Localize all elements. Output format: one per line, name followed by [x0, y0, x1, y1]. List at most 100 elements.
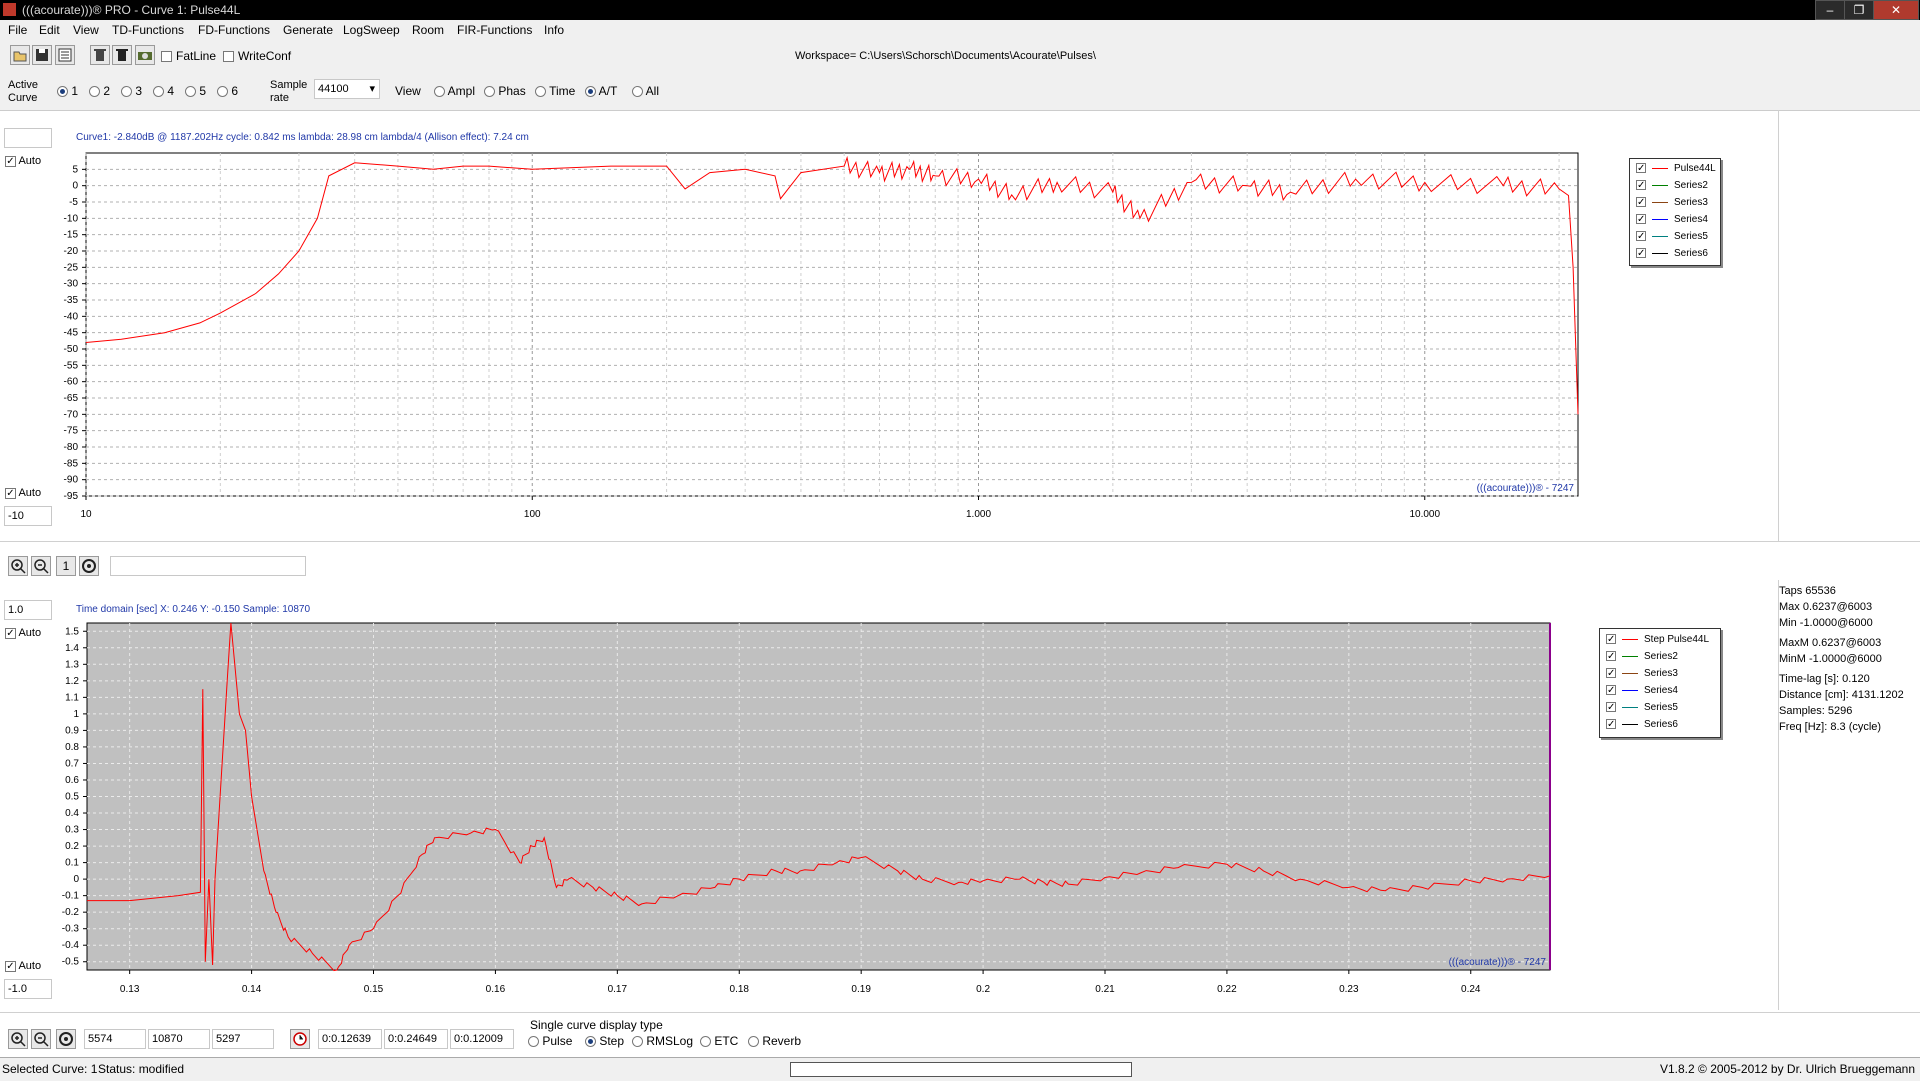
zoom-in-icon[interactable]	[8, 1029, 28, 1049]
stat-maxm: MaxM 0.6237@6003	[1779, 637, 1882, 649]
minimize-button[interactable]: –	[1815, 0, 1845, 20]
chevron-down-icon: ▾	[369, 83, 375, 95]
workspace-path: Workspace= C:\Users\Schorsch\Documents\A…	[795, 50, 1096, 62]
view-radio-time[interactable]: Time	[535, 84, 575, 98]
frequency-chart[interactable]: 5 0 -5 -10 -15 -20 -25 -30 -35 -40 -45 -50 -55 -60 -65…	[0, 140, 1600, 530]
y-tick-label: -90	[64, 475, 79, 486]
zoom-out-icon[interactable]	[31, 1029, 51, 1049]
menu-view[interactable]: View	[73, 23, 99, 37]
y-tick-label: -45	[64, 328, 79, 339]
y-tick-label: 0.4	[65, 808, 79, 819]
curve-radio-1[interactable]: 1	[57, 84, 78, 98]
menu-info[interactable]: Info	[544, 23, 564, 37]
zoom-out-icon[interactable]	[31, 556, 51, 576]
y-tick-label: -85	[64, 458, 79, 469]
writeconf-label: WriteConf	[238, 49, 292, 63]
legend-label: Series2	[1674, 180, 1708, 191]
target-icon[interactable]	[79, 556, 99, 576]
display-radio-step[interactable]: Step	[585, 1034, 624, 1048]
fatline-label: FatLine	[176, 49, 217, 63]
menu-generate[interactable]: Generate	[283, 23, 333, 37]
legend-item-series4[interactable]: Series4	[1636, 214, 1708, 225]
start-sample-field[interactable]: 5574	[84, 1029, 146, 1049]
y-tick-label: -5	[69, 197, 78, 208]
display-radio-rmslog[interactable]: RMSLog	[632, 1034, 693, 1048]
sample-rate-select[interactable]: 44100 ▾	[314, 79, 380, 99]
view-label: View	[395, 84, 421, 98]
clock-icon[interactable]	[290, 1029, 310, 1049]
curve-radio-6-label: 6	[231, 84, 239, 98]
save-all-icon[interactable]	[55, 45, 75, 65]
start-time-field[interactable]: 0:0.12639	[318, 1029, 382, 1049]
open-icon[interactable]	[10, 45, 30, 65]
legend-item-series3[interactable]: Series3	[1636, 197, 1708, 208]
menu-td-functions[interactable]: TD-Functions	[112, 23, 184, 37]
display-radio-reverb[interactable]: Reverb	[748, 1034, 801, 1048]
y-tick-label: -60	[64, 377, 79, 388]
view-radio-phas[interactable]: Phas	[484, 84, 526, 98]
y-tick-label: -80	[64, 442, 79, 453]
legend-item-pulse44l[interactable]: Pulse44L	[1636, 163, 1716, 174]
legend-item-series6[interactable]: Series6	[1636, 248, 1708, 259]
writeconf-checkbox[interactable]	[223, 49, 234, 63]
curve-radio-6[interactable]: 6	[217, 84, 238, 98]
menu-file[interactable]: File	[8, 23, 27, 37]
end-time-field[interactable]: 0:0.24649	[384, 1029, 448, 1049]
display-reverb-label: Reverb	[762, 1034, 802, 1048]
legend-item-series4[interactable]: Series4	[1606, 685, 1678, 696]
duration-time-field[interactable]: 0:0.12009	[450, 1029, 514, 1049]
time-chart[interactable]: 0.13 0.14 0.15 0.16 0.17 0.18 0.19 0.2 0.21 0.22 0…	[0, 612, 1580, 1004]
y-tick-label: 1.5	[65, 626, 79, 637]
view-phas-label: Phas	[498, 84, 526, 98]
save-icon[interactable]	[32, 45, 52, 65]
x-tick-label: 0.15	[364, 984, 384, 995]
fatline-checkbox[interactable]	[161, 49, 172, 63]
y-tick-label: 0.7	[65, 758, 79, 769]
y-tick-label: 0	[73, 874, 79, 885]
view-radio-ampl[interactable]: Ampl	[434, 84, 475, 98]
legend-item-series2[interactable]: Series2	[1606, 651, 1678, 662]
delete-curve-icon[interactable]	[90, 45, 110, 65]
camera-icon[interactable]	[135, 45, 155, 65]
menu-fd-functions[interactable]: FD-Functions	[198, 23, 270, 37]
view-radio-all[interactable]: All	[632, 84, 659, 98]
maximize-button[interactable]: ❐	[1844, 0, 1874, 20]
close-button[interactable]: ✕	[1873, 0, 1919, 20]
display-radio-pulse[interactable]: Pulse	[528, 1034, 572, 1048]
legend-label: Series2	[1644, 651, 1678, 662]
zoom-reset-button[interactable]: 1	[56, 556, 76, 576]
curve-radio-5[interactable]: 5	[185, 84, 206, 98]
display-radio-etc[interactable]: ETC	[700, 1034, 738, 1048]
window-title: (((acourate)))® PRO - Curve 1: Pulse44L	[22, 3, 241, 17]
delete-all-icon[interactable]	[112, 45, 132, 65]
sample-count-field[interactable]: 5297	[212, 1029, 274, 1049]
y-tick-label: -95	[64, 491, 79, 502]
zoom-in-icon[interactable]	[8, 556, 28, 576]
menu-room[interactable]: Room	[412, 23, 444, 37]
curve-radio-4[interactable]: 4	[153, 84, 174, 98]
legend-item-series2[interactable]: Series2	[1636, 180, 1708, 191]
end-sample-field[interactable]: 10870	[148, 1029, 210, 1049]
x-tick-label: 0.23	[1339, 984, 1359, 995]
legend-label: Series5	[1644, 702, 1678, 713]
curve-radio-2[interactable]: 2	[89, 84, 110, 98]
legend-item-step-pulse44l[interactable]: Step Pulse44L	[1606, 634, 1709, 645]
legend-item-series3[interactable]: Series3	[1606, 668, 1678, 679]
menu-fir-functions[interactable]: FIR-Functions	[457, 23, 532, 37]
menu-logsweep[interactable]: LogSweep	[343, 23, 400, 37]
y-tick-label: 0.6	[65, 775, 79, 786]
legend-label: Series6	[1674, 248, 1708, 259]
menu-edit[interactable]: Edit	[39, 23, 60, 37]
view-radio-at[interactable]: A/T	[585, 84, 617, 98]
target-icon[interactable]	[56, 1029, 76, 1049]
legend-item-series6[interactable]: Series6	[1606, 719, 1678, 730]
time-cursor-fields[interactable]	[110, 556, 306, 576]
legend-label: Series6	[1644, 719, 1678, 730]
x-tick-label: 0.14	[242, 984, 262, 995]
curve-radio-3[interactable]: 3	[121, 84, 142, 98]
x-tick-label: 0.22	[1217, 984, 1237, 995]
plot-area	[85, 152, 1579, 497]
y-tick-label: -0.5	[62, 957, 80, 968]
legend-item-series5[interactable]: Series5	[1606, 702, 1678, 713]
legend-item-series5[interactable]: Series5	[1636, 231, 1708, 242]
